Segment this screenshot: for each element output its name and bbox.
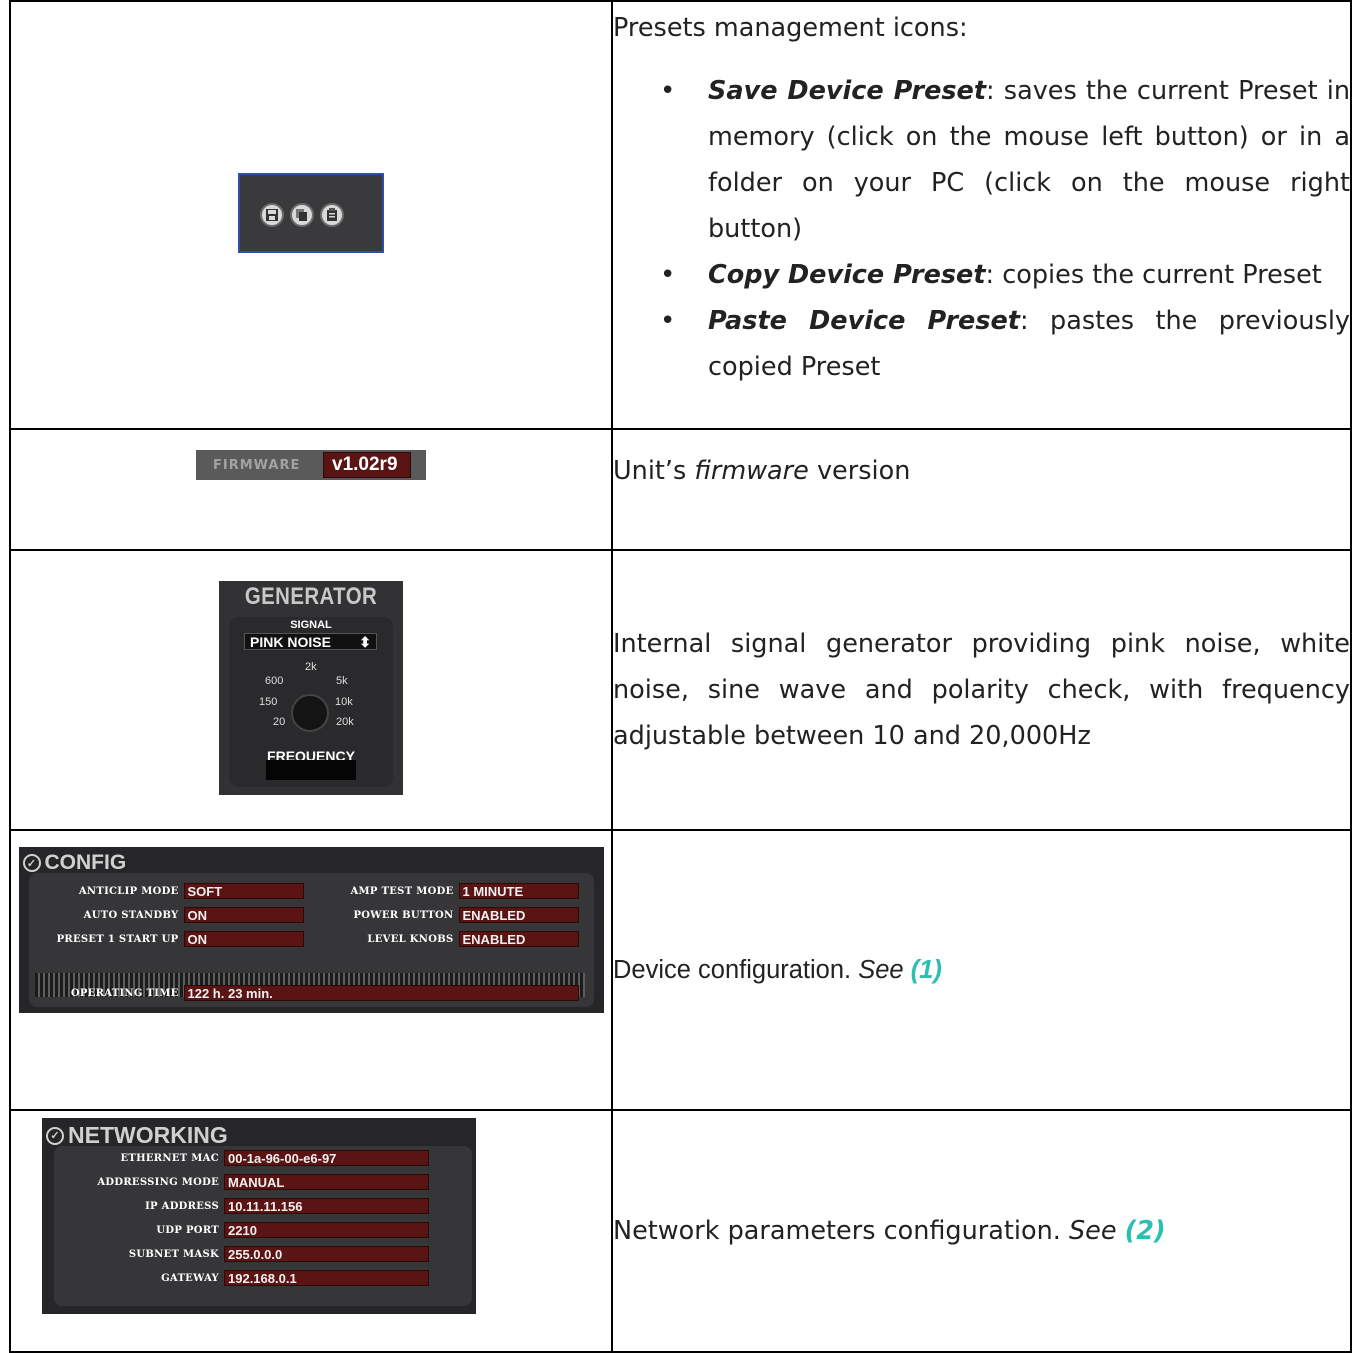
signal-label: SIGNAL bbox=[290, 619, 332, 631]
tick-label: 600 bbox=[265, 675, 284, 687]
firmware-display: FIRMWARE v1.02r9 bbox=[196, 450, 426, 480]
networking-image-cell: ✓ NETWORKING ETHERNET MAC 00-1a-96-00-e6-9… bbox=[9, 1109, 613, 1353]
frequency-display[interactable] bbox=[266, 760, 356, 780]
table-row-config: ✓ CONFIG ANTICLIP MODE SOFT AUTO STANDBY ON… bbox=[9, 829, 1352, 1111]
table-row-firmware: FIRMWARE v1.02r9 Unit’s firmware version bbox=[9, 428, 1352, 551]
frequency-knob[interactable] bbox=[291, 694, 329, 732]
firmware-image-cell: FIRMWARE v1.02r9 bbox=[9, 428, 613, 551]
wrench-icon: ✓ bbox=[46, 1126, 64, 1145]
config-description: Device configuration. See (1) bbox=[611, 829, 1352, 1111]
save-icon[interactable] bbox=[260, 203, 284, 227]
wrench-icon: ✓ bbox=[22, 854, 41, 872]
tick-label: 20 bbox=[273, 716, 286, 728]
generator-title: GENERATOR bbox=[244, 583, 378, 610]
networking-title: NETWORKING bbox=[68, 1122, 228, 1148]
config-image-cell: ✓ CONFIG ANTICLIP MODE SOFT AUTO STANDBY ON… bbox=[9, 829, 613, 1111]
presets-description: Presets management icons: Save Device Pr… bbox=[611, 0, 1352, 430]
addressing-mode-field[interactable]: MANUAL bbox=[224, 1174, 429, 1190]
config-panel: ✓ CONFIG ANTICLIP MODE SOFT AUTO STANDBY ON… bbox=[18, 847, 604, 1013]
operating-time-field: 122 h. 23 min. bbox=[183, 985, 579, 1001]
amp-test-mode-field[interactable]: 1 MINUTE bbox=[458, 883, 579, 899]
paste-icon[interactable] bbox=[320, 203, 344, 227]
signal-select[interactable]: PINK NOISE ⬍ bbox=[244, 633, 377, 650]
config-title: CONFIG bbox=[44, 851, 127, 874]
table-row-networking: ✓ NETWORKING ETHERNET MAC 00-1a-96-00-e6-9… bbox=[9, 1109, 1352, 1353]
preset-start-up-field[interactable]: ON bbox=[183, 931, 304, 947]
anticlip-mode-field[interactable]: SOFT bbox=[183, 883, 304, 899]
gateway-field[interactable]: 192.168.0.1 bbox=[224, 1270, 429, 1286]
presets-image-cell bbox=[9, 0, 613, 430]
generator-description: Internal signal generator providing pink… bbox=[611, 549, 1352, 831]
level-knobs-field[interactable]: ENABLED bbox=[458, 931, 579, 947]
subnet-mask-field[interactable]: 255.0.0.0 bbox=[224, 1246, 429, 1262]
preset-icons-panel bbox=[238, 173, 384, 253]
feature-table: Presets management icons: Save Device Pr… bbox=[9, 0, 1352, 1353]
list-item: Paste Device Preset: pastes the previous… bbox=[660, 298, 1350, 390]
tick-label: 2k bbox=[305, 661, 317, 673]
networking-description: Network parameters configuration. See (2… bbox=[611, 1109, 1352, 1353]
auto-standby-field[interactable]: ON bbox=[183, 907, 304, 923]
reference-link-1[interactable]: (1) bbox=[911, 956, 942, 984]
tick-label: 5k bbox=[336, 675, 348, 687]
presets-bullet-list: Save Device Preset: saves the current Pr… bbox=[613, 68, 1350, 390]
tick-label: 20k bbox=[336, 716, 354, 728]
table-row-generator: GENERATOR SIGNAL PINK NOISE ⬍ 20 150 600… bbox=[9, 549, 1352, 831]
tick-label: 10k bbox=[335, 696, 353, 708]
ip-address-field[interactable]: 10.11.11.156 bbox=[224, 1198, 429, 1214]
udp-port-field[interactable]: 2210 bbox=[224, 1222, 429, 1238]
firmware-label: FIRMWARE bbox=[213, 457, 301, 473]
list-item: Save Device Preset: saves the current Pr… bbox=[660, 68, 1350, 252]
up-down-arrows-icon: ⬍ bbox=[359, 634, 371, 650]
generator-image-cell: GENERATOR SIGNAL PINK NOISE ⬍ 20 150 600… bbox=[9, 549, 613, 831]
reference-link-2[interactable]: (2) bbox=[1125, 1216, 1166, 1246]
generator-panel: GENERATOR SIGNAL PINK NOISE ⬍ 20 150 600… bbox=[219, 581, 403, 795]
presets-intro: Presets management icons: bbox=[613, 13, 968, 43]
networking-panel: ✓ NETWORKING ETHERNET MAC 00-1a-96-00-e6-9… bbox=[42, 1118, 476, 1314]
firmware-value: v1.02r9 bbox=[323, 452, 411, 478]
copy-icon[interactable] bbox=[290, 203, 314, 227]
power-button-field[interactable]: ENABLED bbox=[458, 907, 579, 923]
ethernet-mac-field[interactable]: 00-1a-96-00-e6-97 bbox=[224, 1150, 429, 1166]
tick-label: 150 bbox=[259, 696, 278, 708]
list-item: Copy Device Preset: copies the current P… bbox=[660, 252, 1350, 298]
firmware-description: Unit’s firmware version bbox=[611, 428, 1352, 551]
table-row-presets: Presets management icons: Save Device Pr… bbox=[9, 0, 1352, 430]
